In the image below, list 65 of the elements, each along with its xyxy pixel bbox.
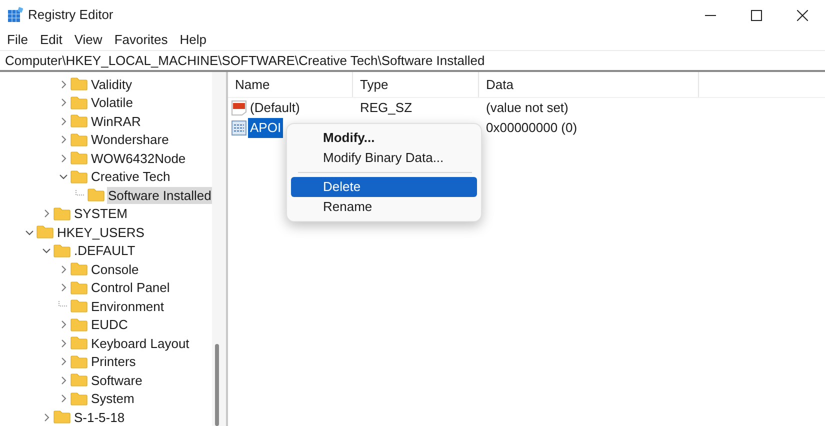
folder-icon [70, 318, 88, 332]
value-type: REG_SZ [359, 99, 414, 118]
context-menu-item[interactable]: Modify... [291, 128, 477, 148]
folder-icon [70, 170, 88, 184]
folder-icon [70, 96, 88, 110]
tree-item[interactable]: Environment [90, 298, 165, 315]
tree-item[interactable]: Volatile [90, 94, 134, 112]
context-menu-item[interactable]: Rename [291, 197, 477, 217]
folder-icon [36, 225, 54, 240]
folder-icon [70, 280, 88, 295]
folder-icon [70, 373, 88, 388]
menu-item[interactable]: File [1, 30, 34, 50]
context-menu-item[interactable]: Modify Binary Data... [291, 148, 477, 168]
folder-icon [53, 244, 71, 258]
folder-icon [70, 336, 88, 350]
tree-item[interactable]: WOW6432Node [90, 150, 187, 167]
address-bar[interactable]: Computer\HKEY_LOCAL_MACHINE\SOFTWARE\Creative Tech\Software Installed [0, 50, 825, 72]
folder-icon [87, 188, 105, 202]
tree-item[interactable]: Wondershare [90, 131, 170, 148]
folder-icon [70, 77, 88, 92]
maximize-icon [750, 10, 762, 20]
tree-item[interactable]: Control Panel [90, 279, 171, 296]
folder-icon [70, 132, 88, 147]
column-header[interactable]: Name [228, 72, 353, 97]
value-name[interactable]: APOI [248, 118, 284, 138]
tree-item[interactable]: WinRAR [90, 112, 142, 130]
menu-item[interactable]: Edit [34, 30, 68, 50]
menu-item[interactable]: View [68, 30, 108, 50]
column-header[interactable]: Type [353, 72, 479, 97]
tree-item[interactable]: Validity [90, 76, 133, 93]
folder-icon [70, 392, 88, 406]
chevron-down-icon[interactable] [58, 172, 68, 182]
tree-item[interactable]: HKEY_USERS [56, 224, 146, 241]
binary-value-icon [231, 120, 247, 136]
folder-icon [70, 299, 88, 314]
folder-icon [70, 151, 88, 166]
value-data: 0x00000000 (0) [485, 119, 578, 138]
menu-item[interactable]: Favorites [108, 30, 174, 50]
menu-item[interactable]: Help [174, 30, 213, 50]
registry-app-icon [7, 7, 23, 23]
close-icon [796, 10, 808, 20]
folder-icon [53, 206, 71, 221]
tree-item[interactable]: S-1-5-18 [73, 408, 126, 426]
chevron-right-icon[interactable] [42, 209, 50, 218]
tree-item[interactable]: Keyboard Layout [90, 334, 190, 352]
tree-item[interactable]: Printers [90, 353, 137, 370]
scrollbar-thumb[interactable] [215, 344, 219, 426]
folder-icon [53, 410, 71, 424]
tree-item[interactable]: Software [90, 372, 144, 389]
tree-item[interactable]: SYSTEM [73, 205, 128, 222]
column-header[interactable]: Data [479, 72, 699, 97]
window-title: Registry Editor [28, 6, 114, 24]
folder-icon [70, 262, 88, 276]
folder-icon [70, 354, 88, 369]
value-name[interactable]: (Default) [248, 98, 302, 118]
context-menu-item[interactable]: Delete [291, 177, 477, 197]
string-value-icon [231, 100, 247, 116]
tree-item[interactable]: Creative Tech [90, 168, 172, 186]
tree-item[interactable]: .DEFAULT [73, 242, 136, 260]
tree-item[interactable]: EUDC [90, 316, 129, 334]
tree-item[interactable]: Software Installed [107, 186, 212, 204]
tree-item[interactable]: System [90, 390, 136, 408]
folder-icon [70, 114, 88, 128]
value-data: (value not set) [485, 99, 568, 118]
tree-item[interactable]: Console [90, 260, 140, 278]
